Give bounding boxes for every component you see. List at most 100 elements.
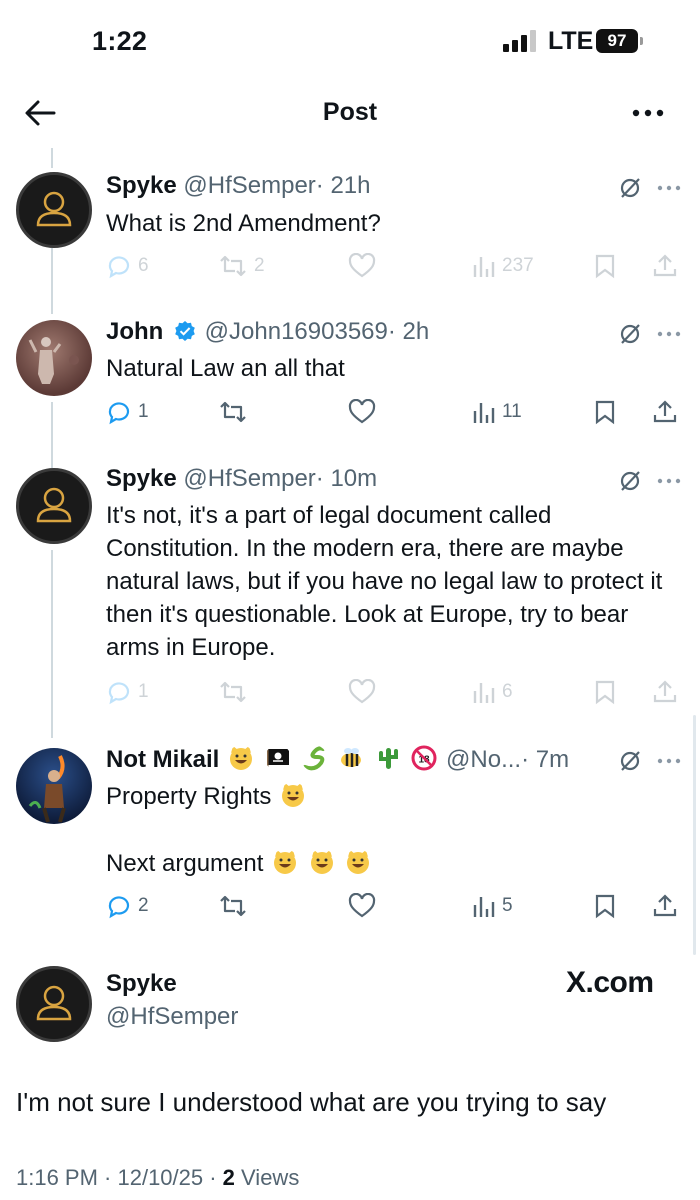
like-button[interactable] <box>348 678 376 706</box>
views-icon <box>473 257 495 277</box>
avatar[interactable] <box>16 468 92 544</box>
thread-line <box>51 550 53 738</box>
author-handle[interactable]: @HfSemper <box>183 172 315 199</box>
views-button[interactable]: 6 <box>472 678 513 706</box>
grok-icon[interactable] <box>618 749 642 773</box>
avatar-person-icon <box>36 985 72 1021</box>
reply-button[interactable]: 1 <box>106 678 149 706</box>
post-time[interactable]: · 7m <box>521 746 569 773</box>
reply-icon <box>108 682 130 705</box>
battery-icon: 97 <box>596 29 644 53</box>
share-button[interactable] <box>652 892 678 920</box>
reply-count: 6 <box>138 255 149 276</box>
repost-icon <box>220 401 246 423</box>
share-icon <box>653 680 677 703</box>
grok-icon[interactable] <box>618 176 642 200</box>
reply-button[interactable]: 2 <box>106 892 149 920</box>
reply-button[interactable]: 6 <box>106 252 149 280</box>
views-count: 5 <box>502 895 513 916</box>
verified-badge-icon <box>175 321 195 341</box>
views-button[interactable]: 237 <box>472 252 534 280</box>
post-text: What is 2nd Amendment? <box>106 210 381 237</box>
avatar-figure-icon <box>28 755 66 823</box>
author-name[interactable]: Not Mikail <box>106 746 219 773</box>
views-icon <box>473 403 495 423</box>
thread-line <box>51 402 53 468</box>
more-options-icon[interactable] <box>656 757 682 765</box>
reply-count: 2 <box>138 895 149 916</box>
x-logo-text: X.com <box>566 966 654 999</box>
grok-icon[interactable] <box>618 469 642 493</box>
post-text: I'm not sure I understood what are you t… <box>16 1087 607 1117</box>
more-options-icon[interactable] <box>656 184 682 192</box>
post-text: It's not, it's a part of legal document … <box>106 502 663 661</box>
cat-emoji-icon <box>347 850 370 874</box>
post-time[interactable]: · 21h <box>316 172 371 199</box>
bookmark-button[interactable] <box>594 398 616 426</box>
author-handle[interactable]: @John16903569 <box>205 318 388 345</box>
grok-icon[interactable] <box>618 322 642 346</box>
author-name[interactable]: Spyke <box>106 172 177 199</box>
name-emojis: 18 <box>226 745 446 773</box>
cat-emoji-icon <box>274 850 297 874</box>
bookmark-icon <box>595 254 615 279</box>
heart-icon <box>348 893 376 918</box>
views-count: 237 <box>502 255 534 276</box>
repost-button[interactable]: 2 <box>218 252 265 280</box>
page-title: Post <box>322 98 378 126</box>
repost-button[interactable] <box>218 678 248 706</box>
views-button[interactable]: 5 <box>472 892 513 920</box>
share-button[interactable] <box>652 398 678 426</box>
more-options-icon[interactable] <box>630 98 666 128</box>
heart-icon <box>348 253 376 278</box>
snake-icon <box>303 746 326 771</box>
reply-button[interactable]: 1 <box>106 398 149 426</box>
like-button[interactable] <box>348 892 376 920</box>
author-handle[interactable]: @HfSemper <box>106 1003 238 1031</box>
more-options-icon[interactable] <box>656 477 682 485</box>
like-button[interactable] <box>348 398 376 426</box>
views-count: 6 <box>502 681 513 702</box>
pirate-flag-icon <box>266 749 289 770</box>
author-name[interactable]: John <box>106 318 163 345</box>
views-button[interactable]: 11 <box>472 398 522 426</box>
repost-button[interactable] <box>218 892 248 920</box>
post-text: Property Rights <box>106 783 272 810</box>
repost-icon <box>220 681 246 703</box>
like-button[interactable] <box>348 252 376 280</box>
author-handle[interactable]: @No... <box>446 746 521 773</box>
more-options-icon[interactable] <box>656 330 682 338</box>
bookmark-button[interactable] <box>594 678 616 706</box>
post-time[interactable]: · 10m <box>316 465 377 492</box>
share-button[interactable] <box>652 252 678 280</box>
reply-icon <box>108 256 130 279</box>
share-icon <box>653 400 677 423</box>
share-button[interactable] <box>652 678 678 706</box>
post-time[interactable]: · 2h <box>388 318 429 345</box>
scrollbar[interactable] <box>693 715 696 955</box>
views-count: 11 <box>502 401 522 422</box>
views-icon <box>473 683 495 703</box>
avatar[interactable] <box>16 748 92 824</box>
battery-level: 97 <box>596 29 638 53</box>
repost-count: 2 <box>254 255 265 276</box>
thread-line <box>51 148 53 168</box>
post-timestamp: 1:16 PM · 12/10/25 · <box>16 1165 223 1190</box>
post-meta: 1:16 PM · 12/10/25 · 2 Views <box>16 1165 299 1191</box>
avatar[interactable] <box>16 966 92 1042</box>
author-name[interactable]: Spyke <box>106 465 177 492</box>
avatar[interactable] <box>16 172 92 248</box>
no-under-18-icon: 18 <box>411 745 437 771</box>
bookmark-button[interactable] <box>594 252 616 280</box>
cactus-icon <box>378 748 398 769</box>
post-text-line: Property Rights <box>106 780 686 813</box>
avatar[interactable] <box>16 320 92 396</box>
author-name[interactable]: Spyke <box>106 970 177 998</box>
repost-button[interactable] <box>218 398 248 426</box>
bookmark-button[interactable] <box>594 892 616 920</box>
reply-count: 1 <box>138 401 149 422</box>
heart-icon <box>348 679 376 704</box>
bookmark-icon <box>595 680 615 705</box>
heart-icon <box>348 399 376 424</box>
author-handle[interactable]: @HfSemper <box>183 465 315 492</box>
